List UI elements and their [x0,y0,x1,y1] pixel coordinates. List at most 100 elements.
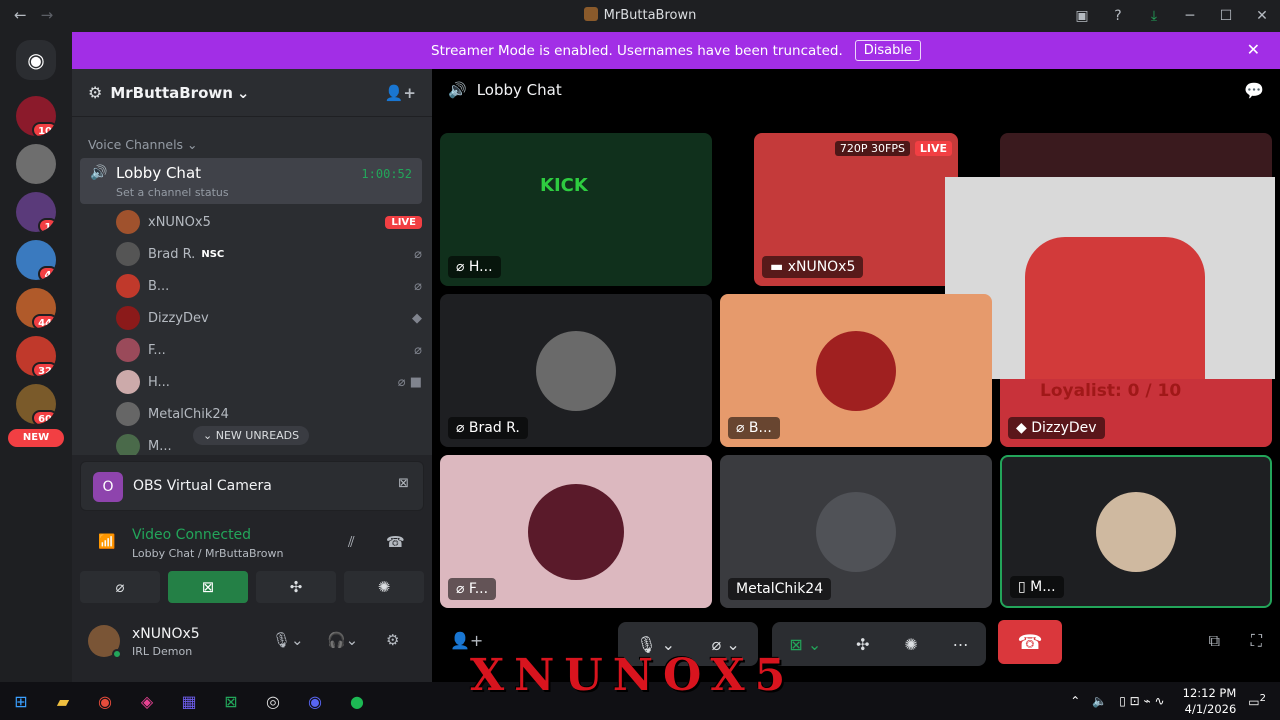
tile-label: MetalChik24 [728,578,832,600]
invite-icon[interactable]: 👤+ [450,631,483,650]
notifications-icon[interactable]: ▭2 [1248,693,1266,709]
obs-title: OBS Virtual Camera [133,478,272,494]
avatar [116,210,140,234]
avatar [536,330,616,411]
app-icon[interactable]: ◈ [126,692,168,711]
channel-name: Lobby Chat [116,164,202,182]
noise-suppression-icon[interactable]: ⫽ [348,533,355,551]
banner-text: Streamer Mode is enabled. Usernames have… [431,42,843,59]
user-status: IRL Demon [132,645,193,658]
download-icon[interactable]: ⤓ [1136,8,1172,24]
video-tile[interactable]: KICK ⌀ H... [440,133,712,286]
video-tile[interactable]: ⌀ F... [440,455,712,608]
overlay-text: Loyalist: 0 / 10 [1040,381,1182,401]
app-grid-icon[interactable]: ▦ [168,692,210,711]
file-explorer-icon[interactable]: ▰ [42,692,84,711]
add-member-icon[interactable]: 👤+ [385,84,416,102]
volume-icon[interactable]: 🔈 [1092,694,1107,708]
server-icon[interactable]: 10 [16,96,56,136]
voice-header: 🔊 Lobby Chat [448,81,562,99]
category-voice-channels[interactable]: Voice Channels ⌄ [88,137,198,152]
server-icon[interactable]: 44 [16,288,56,328]
live-badge: LIVE [914,141,952,156]
avatar [116,274,140,298]
activities-button[interactable]: ✣ [256,571,336,603]
activities-button[interactable]: ✣ [856,635,869,654]
chrome-icon[interactable]: ◉ [84,692,126,711]
tile-label: ⌀ H... [448,256,501,278]
avatar [116,306,140,330]
disable-button[interactable]: Disable [854,40,921,61]
fullscreen-icon[interactable]: ⛶ [1251,631,1262,651]
panel-buttons: ⌀ ⊠ ✣ ✺ [80,571,424,603]
mention-badge: 10 [32,122,56,136]
obs-icon: O [93,472,123,502]
close-window-button[interactable]: ✕ [1244,8,1280,24]
camera-off-button[interactable]: ⌀ [80,571,160,603]
minimize-button[interactable]: ─ [1172,8,1208,24]
disconnect-button[interactable]: ☎ [998,620,1062,664]
pip-preview[interactable] [945,177,1275,379]
maximize-button[interactable]: ☐ [1208,8,1244,24]
popout-icon[interactable]: ⧉ [1209,631,1220,651]
server-icon[interactable]: 4 [16,240,56,280]
voice-user[interactable]: B... ⌀ [116,271,422,301]
chat-icon[interactable]: 💬 [1244,81,1264,100]
discord-home-icon[interactable]: ◉ [16,40,56,80]
capture-icon[interactable]: ⊠ [210,692,252,711]
server-icon[interactable]: 32 [16,336,56,376]
spotify-icon[interactable]: ● [336,692,378,711]
voice-user[interactable]: xNUNOx5 LIVE [116,207,422,237]
mention-badge: 44 [32,314,56,328]
new-unreads-pill[interactable]: ⌄ NEW UNREADS [193,426,310,445]
new-pill[interactable]: NEW [8,429,64,447]
close-preview-icon[interactable]: ⊠ [398,476,409,491]
tile-label: ◆ DizzyDev [1008,417,1105,439]
avatar [116,370,140,394]
gear-icon[interactable]: ⚙ [386,631,399,649]
mic-icon[interactable]: 🎙⌄ [272,631,304,649]
inbox-icon[interactable]: ▣ [1064,8,1100,24]
voice-user[interactable]: F... ⌀ [116,335,422,365]
tray-overflow-icon[interactable]: ⌃ [1070,694,1080,708]
voice-user[interactable]: Brad R. NSC ⌀ [116,239,422,269]
obs-icon[interactable]: ◎ [252,692,294,711]
speaker-icon: 🔊 [448,81,467,99]
voice-user[interactable]: DizzyDev ◆ [116,303,422,333]
help-icon[interactable]: ? [1100,8,1136,24]
server-icon[interactable]: 60 [16,384,56,424]
video-tile[interactable]: ⌀ B... [720,294,992,447]
video-tile[interactable]: Loyalist: 0 / 10 ◆ DizzyDev [1000,379,1272,447]
voice-user[interactable]: H... ⌀ ■ [116,367,422,397]
tile-label: ▬ xNUNOx5 [762,256,864,278]
avatar [1096,491,1176,572]
voice-channel-lobby-chat[interactable]: 🔊 Lobby Chat 1:00:52 Set a channel statu… [80,158,422,204]
discord-icon[interactable]: ◉ [294,692,336,711]
headphones-icon[interactable]: 🎧⌄ [327,631,358,649]
video-tile-speaking[interactable]: ▯ M... [1000,455,1272,608]
close-banner-icon[interactable]: ✕ [1247,40,1260,59]
neon-sign: KICK [540,175,588,196]
soundboard-button[interactable]: ✺ [344,571,424,603]
video-tile[interactable]: MetalChik24 [720,455,992,608]
mention-badge: 32 [32,362,56,376]
server-icon[interactable] [16,144,56,184]
clock[interactable]: 12:12 PM 4/1/2026 [1183,685,1237,717]
start-icon[interactable]: ⊞ [0,692,42,711]
voice-user[interactable]: MetalChik24 [116,399,422,429]
stream-tile[interactable]: 720P 30FPS LIVE ▬ xNUNOx5 [754,133,958,286]
server-header[interactable]: ⚙ MrButtaBrown ⌄ 👤+ [72,69,432,117]
channel-status[interactable]: Set a channel status [116,186,229,199]
call-controls: ⊠ ⌄ ✣ ✺ ⋯ [772,622,986,666]
voice-main: 🔊 Lobby Chat 💬 KICK ⌀ H... 720P 30FPS LIV… [432,69,1280,682]
muted-video-icon: ⌀ ■ [397,374,422,390]
disconnect-icon[interactable]: ☎ [386,533,405,551]
tray-icons[interactable]: ▯ ⊡ ⌁ ∿ [1119,694,1164,708]
video-tile[interactable]: ⌀ Brad R. [440,294,712,447]
connection-status[interactable]: Video Connected [132,527,251,543]
chevron-down-icon: ⌄ [236,83,250,102]
more-button[interactable]: ⋯ [953,635,969,654]
soundboard-button[interactable]: ✺ [904,635,917,654]
screenshare-button[interactable]: ⊠ [168,571,248,603]
server-icon[interactable]: 1 [16,192,56,232]
